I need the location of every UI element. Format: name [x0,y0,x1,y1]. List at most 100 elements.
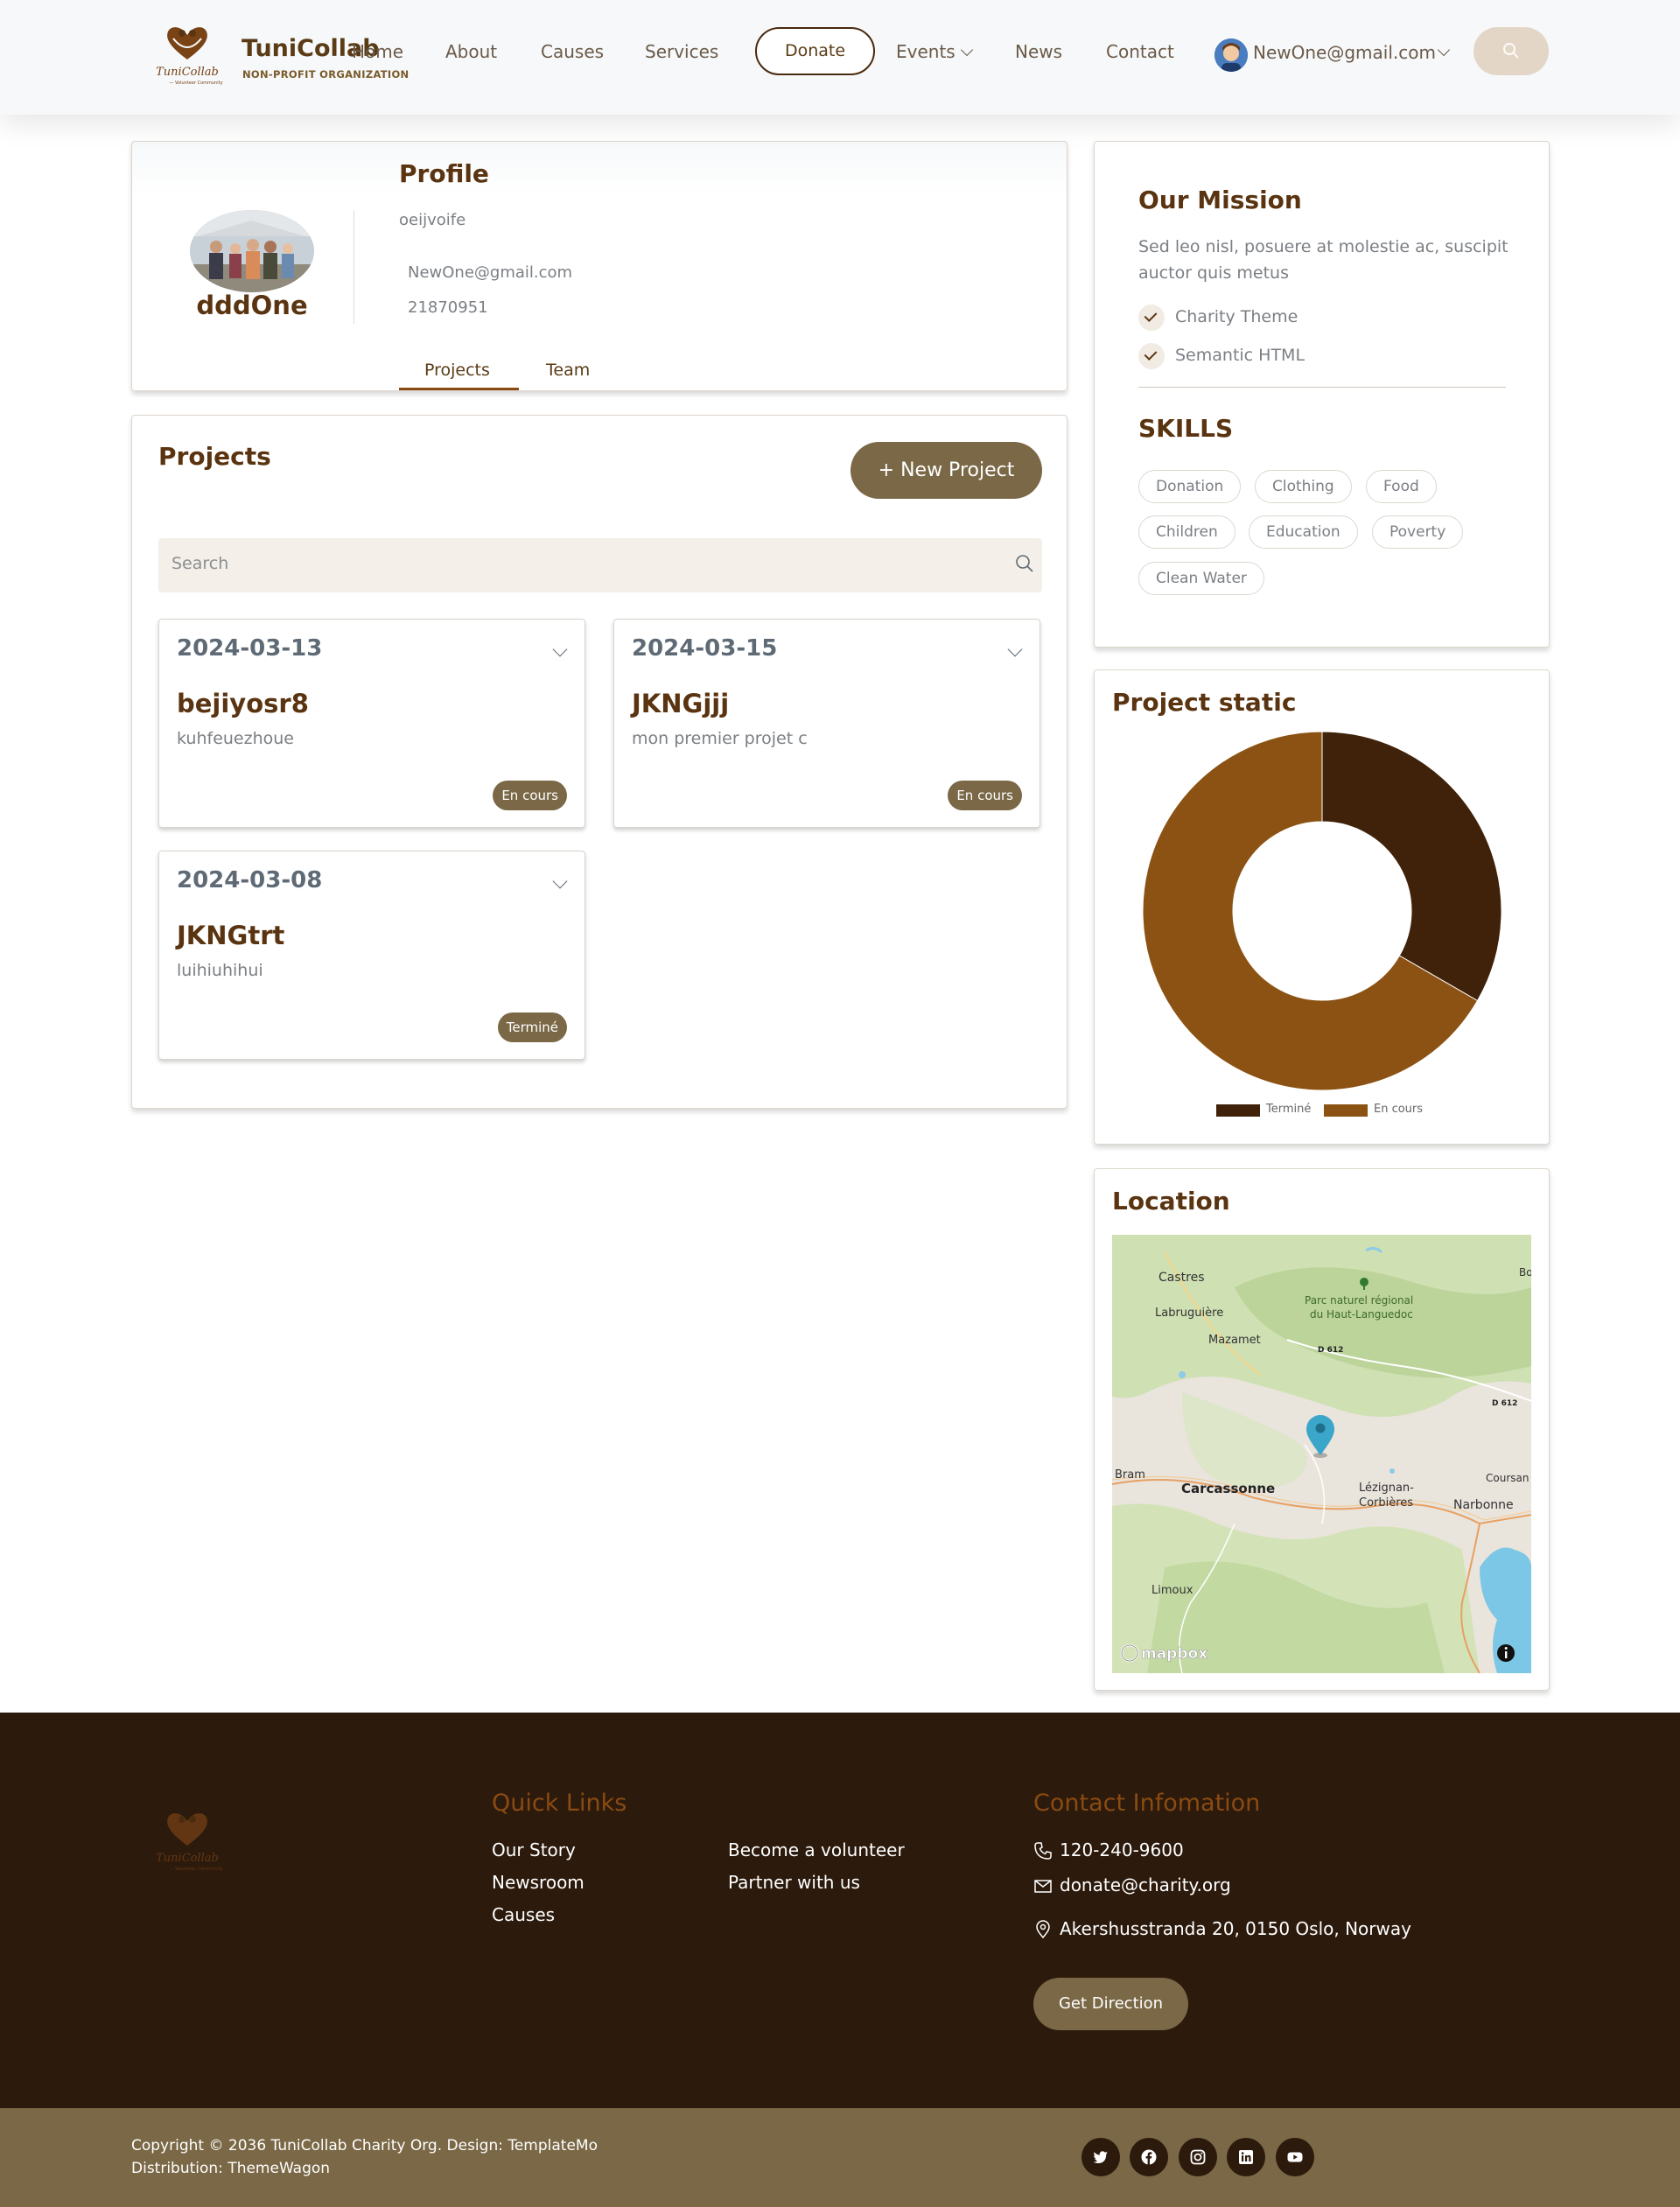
map-label: Bo [1519,1266,1531,1279]
nav-services[interactable]: Services [645,41,718,62]
skill-tag[interactable]: Clean Water [1138,562,1264,595]
nav-about[interactable]: About [445,41,497,62]
tab-team[interactable]: Team [546,361,590,380]
map-pin-icon [1036,1920,1050,1939]
contact-phone-text: 120-240-9600 [1060,1839,1184,1860]
svg-text:— Volunteer Community: — Volunteer Community [169,1867,222,1872]
svg-text:TuniCollab: TuniCollab [156,1852,219,1865]
location-map[interactable]: Castres Labruguière Mazamet Parc naturel… [1112,1235,1531,1673]
skill-tag[interactable]: Education [1249,515,1358,549]
search-icon [1503,43,1519,59]
donut-chart [1142,731,1502,1091]
copyright-text: Copyright © 2036 TuniCollab Charity Org.… [131,2137,598,2154]
footer-link-newsroom[interactable]: Newsroom [492,1872,584,1893]
nav-events-label: Events [896,41,956,62]
skill-tag[interactable]: Poverty [1372,515,1464,549]
chevron-down-icon [960,43,973,57]
project-date: 2024-03-08 [177,867,323,893]
location-title: Location [1112,1187,1230,1216]
legend-swatch [1216,1104,1260,1117]
skill-tag[interactable]: Children [1138,515,1236,549]
stats-title: Project static [1112,688,1297,717]
nav-news[interactable]: News [1015,41,1062,62]
nav-causes[interactable]: Causes [541,41,604,62]
footer-link-causes[interactable]: Causes [492,1904,555,1925]
user-avatar [1214,39,1248,72]
map-label: du Haut-Languedoc [1310,1308,1413,1321]
info-icon[interactable] [1497,1644,1515,1662]
chevron-down-icon[interactable] [552,873,568,889]
check-icon [1138,343,1165,369]
project-description: kuhfeuezhoue [177,729,294,748]
tab-projects[interactable]: Projects [424,361,490,380]
project-card[interactable]: 2024-03-08 JKNGtrt luihiuhihui Terminé [158,851,585,1060]
profile-email: NewOne@gmail.com [408,263,573,282]
legend-swatch [1324,1104,1368,1117]
contact-email-text: donate@charity.org [1060,1874,1231,1895]
new-project-button[interactable]: + New Project [850,442,1042,499]
check-label: Semantic HTML [1175,346,1306,365]
facebook-icon[interactable] [1130,2138,1168,2176]
nav-home[interactable]: Home [352,41,403,62]
profile-photo [190,210,314,292]
map-canvas[interactable]: Castres Labruguière Mazamet Parc naturel… [1112,1235,1531,1673]
project-search-input[interactable]: Search [158,538,1042,592]
profile-card: dddOne Profile oeijvoife NewOne@gmail.co… [131,141,1068,391]
skill-tag[interactable]: Clothing [1255,470,1352,503]
search-icon[interactable] [1012,551,1037,576]
twitter-icon[interactable] [1082,2138,1120,2176]
footer-link-partner[interactable]: Partner with us [728,1872,860,1893]
user-email-label: NewOne@gmail.com [1253,42,1436,63]
divider [1138,387,1506,388]
linkedin-icon[interactable] [1227,2138,1265,2176]
project-card[interactable]: 2024-03-15 JKNGjjj mon premier projet c … [613,619,1040,828]
donate-button[interactable]: Donate [755,27,875,75]
legend-label: Terminé [1266,1103,1312,1116]
profile-name: dddOne [196,291,308,320]
footer-logo-icon[interactable]: TuniCollab — Volunteer Community [147,1807,228,1877]
map-label: Bram [1115,1468,1145,1482]
profile-title: Profile [399,159,489,188]
project-stats-card: Project static Terminé En cours [1094,669,1550,1145]
svg-text:— Volunteer Community: — Volunteer Community [169,81,222,86]
chevron-down-icon[interactable] [1007,641,1023,657]
skill-tag[interactable]: Food [1366,470,1437,503]
instagram-icon[interactable] [1179,2138,1217,2176]
project-date: 2024-03-15 [632,635,778,662]
brand-logo-icon[interactable]: TuniCollab — Volunteer Community [147,21,228,91]
project-date: 2024-03-13 [177,635,323,662]
copyright: Copyright © 2036 TuniCollab Charity Org.… [131,2134,598,2180]
chevron-down-icon[interactable] [552,641,568,657]
location-card: Location Castres Labruguière Mazamet Par… [1094,1168,1550,1691]
donut-slice-0[interactable] [1321,731,1502,1002]
footer: TuniCollab — Volunteer Community Quick L… [0,1713,1680,2108]
map-label: D 612 [1318,1346,1343,1355]
skill-tag[interactable]: Donation [1138,470,1242,503]
map-label: Lézignan- [1359,1482,1414,1495]
map-label: Castres [1158,1271,1205,1285]
mission-title: Our Mission [1138,186,1302,214]
status-badge: En cours [493,781,567,810]
nav-events-dropdown[interactable]: Events [896,41,973,62]
phone-icon [1034,1842,1052,1860]
nav-contact[interactable]: Contact [1106,41,1174,62]
status-badge: En cours [948,781,1022,810]
profile-description: oeijvoife [399,211,466,229]
skills-title: SKILLS [1138,414,1234,443]
map-label: Narbonne [1453,1498,1514,1512]
mission-text: Sed leo nisl, posuere at molestie ac, su… [1138,237,1508,283]
project-name: JKNGjjj [632,689,730,718]
map-label: Labruguière [1155,1307,1223,1320]
project-name: JKNGtrt [177,921,285,950]
project-name: bejiyosr8 [177,689,309,718]
project-description: luihiuhihui [177,961,263,980]
youtube-icon[interactable] [1276,2138,1314,2176]
active-tab-indicator [399,388,519,390]
sub-footer: Copyright © 2036 TuniCollab Charity Org.… [0,2108,1680,2207]
map-label: Corbières [1359,1496,1413,1510]
project-card[interactable]: 2024-03-13 bejiyosr8 kuhfeuezhoue En cou… [158,619,585,828]
search-button[interactable] [1474,27,1549,75]
get-direction-button[interactable]: Get Direction [1033,1978,1188,2030]
footer-link-volunteer[interactable]: Become a volunteer [728,1839,905,1860]
footer-link-our-story[interactable]: Our Story [492,1839,576,1860]
